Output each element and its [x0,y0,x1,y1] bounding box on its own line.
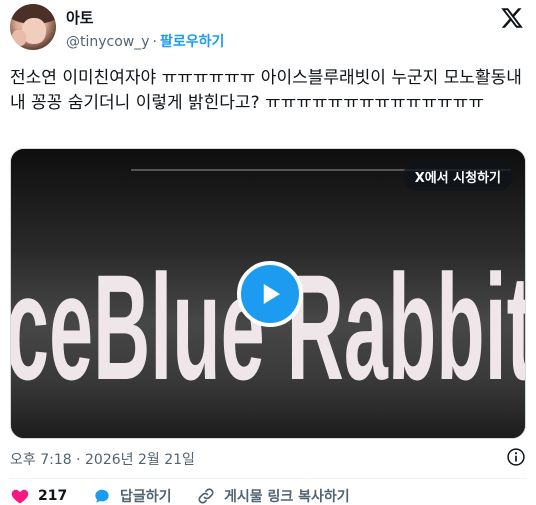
tweet-text: 전소연 이미친여자야 ㅠㅠㅠㅠㅠㅠ 아이스블루래빗이 누군지 모노활동내내 꽁꽁… [10,68,522,113]
divider [10,478,526,479]
like-button[interactable]: 217 [10,486,67,505]
tweet-embed-card: 아토 @tinycow_y · 팔로우하기 전소연 이미친여자야 ㅠㅠㅠㅠㅠㅠ 아이… [0,0,536,505]
author-handle[interactable]: @tinycow_y [66,34,150,50]
play-button[interactable] [237,261,303,327]
video-media[interactable]: ceBlue Rabbit X에서 시청하기 [10,148,526,439]
play-icon [263,284,280,304]
tweet-timestamp[interactable]: 오후 7:18 · 2026년 2월 21일 [10,449,195,469]
follow-button[interactable]: 팔로우하기 [160,34,224,50]
reply-label: 답글하기 [120,489,172,505]
author-handle-row: @tinycow_y · 팔로우하기 [66,31,224,51]
separator-dot: · [152,34,157,50]
reply-bubble-icon [95,489,109,503]
x-logo-icon[interactable] [500,6,524,30]
author-name[interactable]: 아토 [66,7,94,28]
copy-link-button[interactable]: 게시물 링크 복사하기 [196,486,350,505]
author-avatar[interactable] [10,4,56,50]
reply-button[interactable]: 답글하기 [92,486,172,505]
link-icon [198,488,214,504]
tweet-header: 아토 @tinycow_y · 팔로우하기 [10,4,526,56]
info-icon[interactable] [506,447,526,467]
heart-icon [11,489,29,504]
like-count: 217 [38,488,68,504]
watch-on-x-button[interactable]: X에서 시청하기 [402,161,513,191]
copy-link-label: 게시물 링크 복사하기 [224,489,350,505]
